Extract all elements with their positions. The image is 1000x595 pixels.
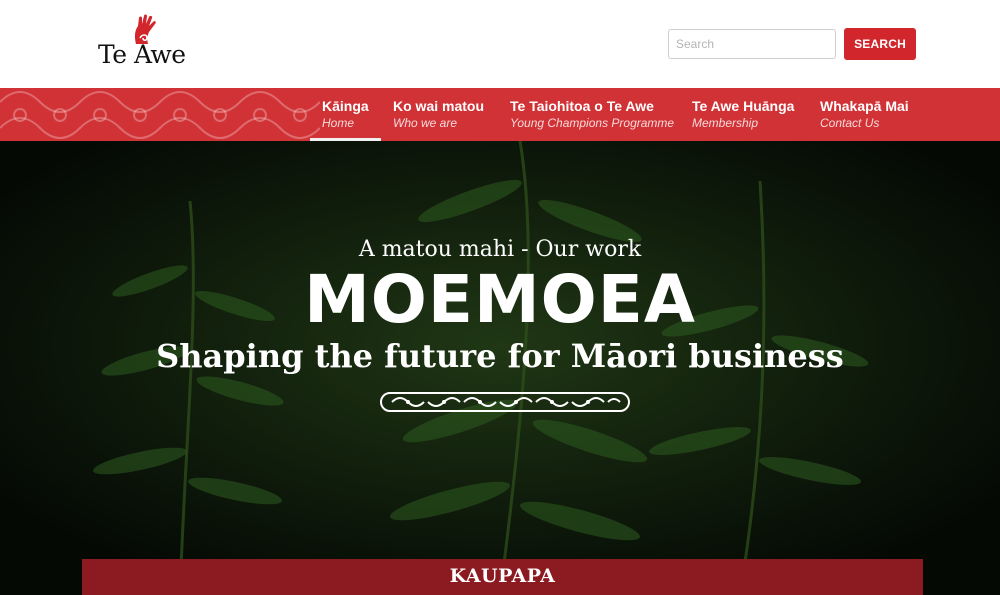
te-awe-logo[interactable]: Te Awe [98, 14, 208, 74]
nav-item-label: Whakapā Mai [820, 98, 909, 114]
search-button[interactable]: SEARCH [844, 28, 916, 60]
maori-pattern-band-icon [380, 392, 630, 412]
nav-item-sublabel: Contact Us [820, 116, 880, 130]
nav-item-label: Ko wai matou [393, 98, 485, 114]
nav-item-te-awe-huanga[interactable]: Te Awe Huānga Membership [692, 98, 794, 131]
nav-item-sublabel: Home [322, 116, 355, 130]
nav-item-te-taiohitoa[interactable]: Te Taiohitoa o Te Awe Young Champions Pr… [510, 98, 674, 131]
nav-item-sublabel: Membership [692, 116, 759, 130]
nav-item-whakapa-mai[interactable]: Whakapā Mai Contact Us [820, 98, 909, 131]
main-nav: Kāinga Home Ko wai matou Who we are Te T… [0, 88, 1000, 141]
nav-item-label: Te Taiohitoa o Te Awe [510, 98, 654, 114]
section-title: KAUPAPA [449, 565, 556, 587]
nav-item-sublabel: Who we are [393, 116, 458, 130]
hero-subtitle: Shaping the future for Māori business [156, 337, 844, 375]
kowhaiwhai-pattern-icon [0, 91, 320, 139]
nav-item-ko-wai-matou[interactable]: Ko wai matou Who we are [393, 98, 484, 131]
logo-wordmark: Te Awe [98, 40, 186, 69]
hero-eyebrow: A matou mahi - Our work [358, 237, 642, 262]
site-header: Te Awe SEARCH [0, 0, 1000, 88]
nav-item-kainga[interactable]: Kāinga Home [322, 98, 369, 131]
nav-item-sublabel: Young Champions Programme [510, 116, 675, 130]
hero-banner: A matou mahi - Our work MOEMOEA Shaping … [0, 141, 1000, 595]
search-input[interactable] [668, 29, 836, 59]
hero-title: MOEMOEA [304, 261, 696, 338]
nav-item-label: Te Awe Huānga [692, 98, 795, 114]
nav-item-label: Kāinga [322, 98, 369, 114]
kaupapa-section-header: KAUPAPA [82, 559, 923, 595]
